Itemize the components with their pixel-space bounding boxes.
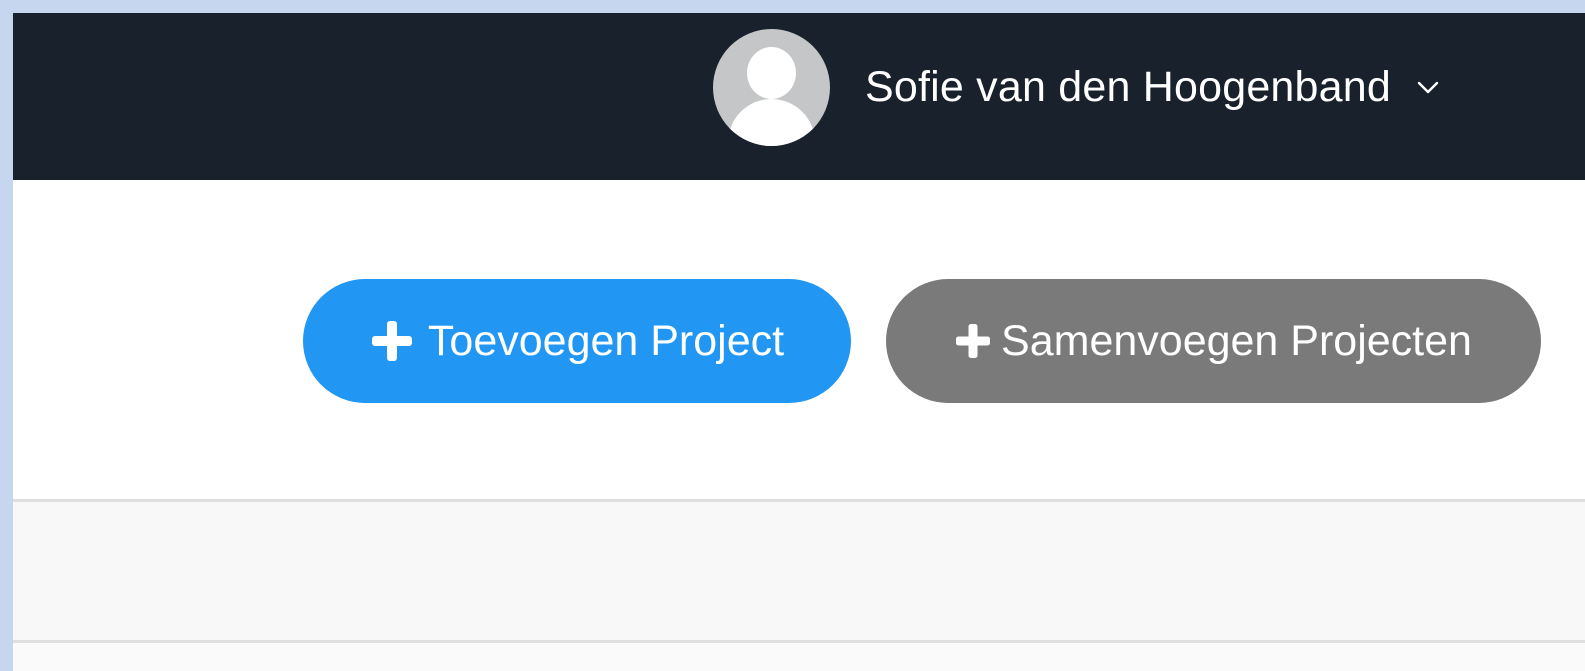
chevron-down-icon[interactable]	[1417, 81, 1439, 95]
list-area	[13, 643, 1585, 671]
merge-projects-label: Samenvoegen Projecten	[1001, 316, 1472, 365]
plus-icon	[955, 323, 991, 359]
app-window: Sofie van den Hoogenband Toevoegen Proje…	[13, 13, 1585, 671]
top-navigation-bar: Sofie van den Hoogenband	[13, 13, 1585, 180]
user-menu[interactable]: Sofie van den Hoogenband	[713, 29, 1439, 146]
avatar-head-shape	[747, 47, 796, 99]
plus-icon	[370, 319, 414, 363]
merge-projects-button[interactable]: Samenvoegen Projecten	[886, 279, 1541, 403]
user-avatar-icon[interactable]	[713, 29, 830, 146]
avatar-body-shape	[728, 99, 815, 146]
list-toolbar-strip	[13, 502, 1585, 640]
add-project-button[interactable]: Toevoegen Project	[303, 279, 851, 403]
user-name[interactable]: Sofie van den Hoogenband	[865, 66, 1391, 109]
add-project-label: Toevoegen Project	[427, 316, 785, 365]
